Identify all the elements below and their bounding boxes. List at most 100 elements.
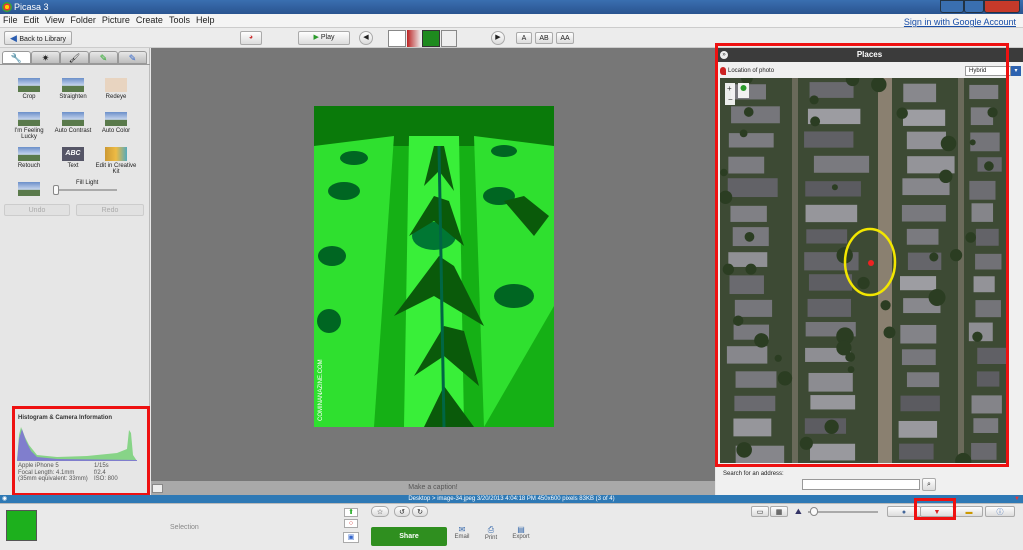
fill-light-slider-handle[interactable] [53,185,59,195]
address-search-button[interactable]: ⌕ [922,478,936,491]
text-size-small-button[interactable]: A [516,32,532,44]
clear-selection-icon[interactable]: ○ [344,519,358,528]
feeling-lucky-icon [18,112,40,126]
export-button[interactable]: ▤ Export [510,525,532,540]
play-button[interactable]: ▶ Play [298,31,350,45]
redeye-tool[interactable]: Redeye [93,78,139,100]
current-thumbnail[interactable] [422,30,440,47]
house-roof [975,253,1002,270]
fill-light-slider-track[interactable] [55,189,117,191]
straighten-label: Straighten [59,94,87,100]
people-button[interactable]: ● [887,506,921,517]
caption-toggle[interactable] [152,484,163,493]
photo[interactable]: COMINANAZINE.COM [314,106,554,427]
star-button[interactable]: ☆ [371,506,389,517]
text-size-medium-button[interactable]: AB [535,32,553,44]
menu-tools[interactable]: Tools [166,14,193,26]
tree [857,276,870,290]
menu-edit[interactable]: Edit [21,14,43,26]
caption-bar[interactable]: Make a caption! [151,481,715,495]
places-button[interactable]: ▼ [920,506,954,517]
address-search-input[interactable] [802,479,920,490]
location-label: Location of photo [728,68,775,74]
menu-view[interactable]: View [42,14,67,26]
redo-button[interactable]: Redo [76,204,144,216]
zoom-out-icon[interactable]: − [728,95,733,104]
rotate-left-button[interactable]: ↺ [394,506,410,517]
menu-create[interactable]: Create [133,14,166,26]
tags-button[interactable]: ▬ [955,506,983,517]
creative-kit-icon [105,147,127,161]
house-roof [734,299,773,317]
export-label: Export [512,534,530,540]
map-type-dropdown-icon[interactable]: ▾ [1011,66,1021,76]
retouch-tool[interactable]: Retouch [6,147,52,169]
zoom-icon: ⛰ [795,507,802,516]
rotate-right-button[interactable]: ↻ [412,506,428,517]
tab-effects[interactable]: 🖌 [60,51,89,64]
creative-kit-tool[interactable]: Edit in Creative Kit [93,147,139,175]
house-roof [903,83,937,103]
thumbnail-zoom-handle[interactable] [810,507,818,516]
search-icon: ⌕ [927,481,931,488]
status-left-icon[interactable]: ◉ [2,495,7,503]
share-button[interactable]: Share [371,527,447,546]
add-to-album-icon[interactable]: ▣ [343,532,359,543]
photo-location-marker[interactable] [868,260,874,266]
email-button[interactable]: ✉ Email [452,525,472,540]
thumbnail-2[interactable] [407,30,421,47]
satellite-map[interactable]: + − [720,78,1009,463]
tree [744,231,755,242]
previous-photo-button[interactable]: ◀ [359,31,373,45]
close-button[interactable] [984,0,1020,13]
tree [847,366,855,373]
print-button[interactable]: ⎙ Print [481,525,501,541]
maximize-button[interactable] [964,0,984,13]
view-grid-button[interactable]: ▦ [770,506,788,517]
tab-tuning[interactable]: ✷ [31,51,60,64]
sign-in-link[interactable]: Sign in with Google Account [901,16,1019,28]
properties-button[interactable]: ⓘ [985,506,1015,517]
menu-folder[interactable]: Folder [67,14,99,26]
next-photo-button[interactable]: ▶ [491,31,505,45]
hold-selection-icon[interactable]: ⬆ [344,508,358,517]
straighten-tool[interactable]: Straighten [50,78,96,100]
auto-color-tool[interactable]: Auto Color [93,112,139,134]
menu-help[interactable]: Help [193,14,218,26]
auto-contrast-icon [62,112,84,126]
house-roof [900,276,937,291]
tray-thumbnail[interactable] [6,510,37,541]
house-roof [729,275,764,295]
menu-picture[interactable]: Picture [99,14,133,26]
planting-hole [328,182,360,200]
auto-contrast-tool[interactable]: Auto Contrast [50,112,96,134]
back-to-library-button[interactable]: ◀ Back to Library [4,31,72,45]
house-roof [730,205,767,222]
tree [739,129,748,138]
map-type-select[interactable]: Hybrid [965,66,1011,76]
thumbnail-zoom-track[interactable] [808,511,878,513]
text-tool[interactable]: ABC Text [50,147,96,169]
tab-effects-3[interactable]: ✎ [118,51,147,64]
tree [799,436,813,450]
tab-effects-2[interactable]: ✎ [89,51,118,64]
collage-button[interactable]: ◕ [240,31,262,45]
undo-button[interactable]: Undo [4,204,70,216]
text-size-large-button[interactable]: AA [556,32,574,44]
redeye-label: Redeye [105,94,127,100]
zoom-in-icon[interactable]: + [727,84,732,93]
tree [987,107,998,118]
crop-tool[interactable]: Crop [6,78,52,100]
feeling-lucky-tool[interactable]: I'm Feeling Lucky [6,112,52,140]
signature-thumbnail[interactable] [388,30,406,47]
places-collapse-icon[interactable]: » [720,51,728,59]
menu-file[interactable]: File [0,14,21,26]
tree [929,252,939,262]
thumbnail-4[interactable] [441,30,457,47]
text-size-medium-label: AB [539,35,549,42]
minimize-button[interactable] [940,0,964,13]
view-single-button[interactable]: ▭ [751,506,769,517]
tree [928,289,946,306]
tab-basic-fixes[interactable]: 🔧 [2,51,31,64]
tree [883,326,896,339]
